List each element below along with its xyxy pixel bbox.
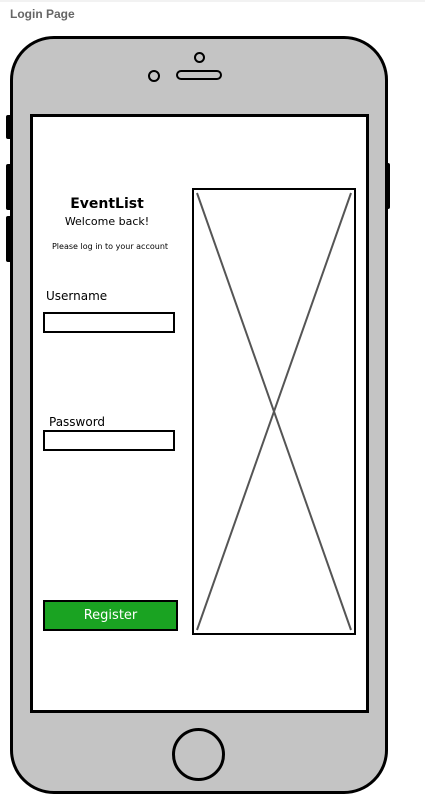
login-instruction: Please log in to your account — [51, 242, 169, 251]
image-placeholder-icon — [196, 192, 352, 631]
app-title: EventList — [70, 196, 144, 212]
home-button — [172, 728, 225, 781]
register-button[interactable]: Register — [43, 600, 178, 631]
top-rule — [0, 0, 425, 2]
image-placeholder — [192, 188, 356, 635]
sensor-icon — [148, 70, 160, 82]
page-title: Login Page — [10, 7, 75, 21]
username-label: Username — [46, 289, 108, 303]
username-field[interactable] — [43, 312, 175, 333]
welcome-text: Welcome back! — [64, 215, 150, 228]
password-field[interactable] — [43, 430, 175, 451]
password-label: Password — [49, 415, 106, 429]
speaker-grille — [176, 70, 222, 80]
camera-icon — [194, 52, 205, 63]
